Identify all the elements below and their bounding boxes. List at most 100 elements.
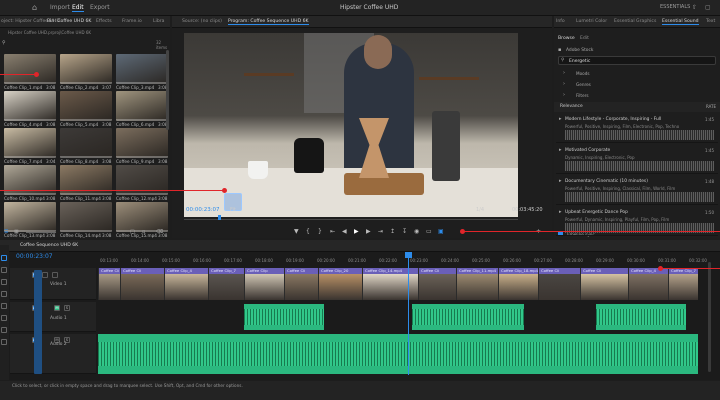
- clip-thumbnail[interactable]: [60, 91, 112, 121]
- zoom-slider[interactable]: [26, 232, 56, 233]
- solo-button[interactable]: S: [64, 305, 70, 311]
- fullscreen-icon[interactable]: ▢: [705, 4, 711, 11]
- ripple-tool-icon[interactable]: [1, 279, 7, 285]
- program-timecode[interactable]: 00:00:23:07: [186, 207, 220, 213]
- camera-icon[interactable]: ◉: [414, 228, 419, 235]
- clip-thumbnail[interactable]: [4, 54, 56, 84]
- tab-lumetri[interactable]: Lumetri Color: [576, 19, 607, 24]
- go-to-in-icon[interactable]: ⇤: [330, 228, 335, 235]
- chevron-right-icon[interactable]: ›: [563, 81, 565, 87]
- sort-rate[interactable]: RATE: [706, 104, 716, 109]
- clip-thumbnail[interactable]: [116, 54, 168, 84]
- lift-icon[interactable]: ↥: [390, 228, 395, 235]
- selection-tool-icon[interactable]: [1, 255, 7, 261]
- track-waveform[interactable]: [565, 130, 714, 140]
- extract-icon[interactable]: ↧: [402, 228, 407, 235]
- music-track-item[interactable]: ▸ Motivated Corporate Dynamic, Inspiring, …: [556, 144, 718, 174]
- mark-in-icon[interactable]: {: [306, 228, 310, 235]
- menu-import[interactable]: Import: [50, 4, 70, 11]
- mark-out-icon[interactable]: }: [318, 228, 322, 235]
- filter-filters[interactable]: Filters: [576, 93, 589, 98]
- video-clip[interactable]: Coffee Cli: [284, 268, 318, 300]
- video-clip[interactable]: Coffee Clip_7: [668, 268, 698, 300]
- clip-thumbnail[interactable]: [116, 91, 168, 121]
- chevron-right-icon[interactable]: ▸: [559, 147, 562, 153]
- playhead-scrubber[interactable]: [184, 216, 518, 220]
- video-clip[interactable]: Coffee Clip_4: [164, 268, 208, 300]
- video-clip[interactable]: Coffee Clip_14.mp4: [362, 268, 418, 300]
- play-icon[interactable]: ▶: [354, 228, 359, 235]
- tab-info[interactable]: Info: [556, 19, 565, 24]
- timeline-playhead-handle[interactable]: [405, 252, 412, 258]
- slip-tool-icon[interactable]: [1, 303, 7, 309]
- clip-thumbnail[interactable]: [4, 91, 56, 121]
- audio-clip[interactable]: [244, 304, 324, 330]
- menu-edit[interactable]: Edit: [72, 4, 84, 12]
- clip-thumbnail[interactable]: [116, 128, 168, 158]
- video-clip[interactable]: Coffee Clip_18.mp4: [498, 268, 538, 300]
- video-clip[interactable]: Coffee Clip_4: [628, 268, 668, 300]
- track-waveform[interactable]: [565, 192, 714, 202]
- track-select-tool-icon[interactable]: [1, 267, 7, 273]
- new-bin-icon[interactable]: □: [130, 229, 135, 235]
- workspace-label[interactable]: ESSENTIALS: [660, 4, 690, 10]
- chevron-right-icon[interactable]: ▸: [559, 209, 562, 215]
- marker-icon[interactable]: ▼: [294, 228, 299, 235]
- resolution-dropdown[interactable]: 1/4: [476, 207, 484, 213]
- step-back-icon[interactable]: ◀: [342, 228, 347, 235]
- timeline-scrollbar[interactable]: [708, 262, 711, 372]
- video-clip[interactable]: Coffee Clip: [244, 268, 284, 300]
- tab-essential-sound[interactable]: Essential Sound: [662, 19, 699, 25]
- search-field[interactable]: ⚲ Energetic: [558, 56, 716, 65]
- chevron-right-icon[interactable]: ›: [563, 92, 565, 98]
- menu-export[interactable]: Export: [90, 4, 110, 11]
- tab-essential-graphics[interactable]: Essential Graphics: [614, 19, 656, 24]
- tab-frameio[interactable]: Frame.io: [122, 19, 142, 24]
- go-to-out-icon[interactable]: ⇥: [378, 228, 383, 235]
- mute-button[interactable]: M: [54, 305, 60, 311]
- clip-thumbnail[interactable]: [60, 54, 112, 84]
- video-clip[interactable]: Coffee Clip_11.mp4: [456, 268, 498, 300]
- video-clip[interactable]: Coffee Clip_20: [318, 268, 362, 300]
- music-track-item[interactable]: ▸ Documentary Cinematic (10 minutes) Power…: [556, 175, 718, 205]
- tab-text[interactable]: Text: [706, 19, 715, 24]
- search-icon[interactable]: ⚲: [2, 40, 6, 46]
- trash-icon[interactable]: ⌫: [156, 229, 163, 235]
- music-clip[interactable]: [98, 334, 698, 374]
- icon-view-icon[interactable]: ▦: [14, 229, 19, 235]
- video-clip[interactable]: Coffee Cli: [120, 268, 164, 300]
- playhead-marker[interactable]: [218, 215, 221, 220]
- tab-source[interactable]: Source: (no clips): [182, 19, 222, 24]
- timeline-timecode[interactable]: 00:00:23:07: [16, 253, 53, 260]
- new-item-icon[interactable]: ▫: [142, 229, 145, 235]
- video-clip[interactable]: Coffee Cli: [98, 268, 120, 300]
- tab-bin[interactable]: Bin: Coffee UHD 6K: [47, 19, 91, 24]
- video-clip[interactable]: Coffee Cli: [580, 268, 628, 300]
- tab-libraries[interactable]: Libra: [153, 19, 164, 24]
- timeline-playhead[interactable]: [408, 255, 409, 375]
- video-clip[interactable]: Coffee Cli: [418, 268, 456, 300]
- tab-sequence[interactable]: Coffee Sequence UHD 6K: [20, 243, 78, 248]
- tab-program[interactable]: Program: Coffee Sequence UHD 6K: [228, 19, 309, 25]
- video-clip[interactable]: Coffee Clip_7: [208, 268, 244, 300]
- clip-thumbnail[interactable]: [60, 128, 112, 158]
- clip-thumbnail[interactable]: [4, 128, 56, 158]
- audio-clip[interactable]: [596, 304, 686, 330]
- type-tool-icon[interactable]: [1, 339, 7, 345]
- filter-genres[interactable]: Genres: [576, 82, 591, 87]
- chevron-right-icon[interactable]: ▸: [559, 116, 562, 122]
- chevron-right-icon[interactable]: ▸: [559, 178, 562, 184]
- hand-tool-icon[interactable]: [1, 327, 7, 333]
- tab-effects[interactable]: Effects: [96, 19, 112, 24]
- comparison-icon[interactable]: ▭: [426, 228, 432, 235]
- chevron-right-icon[interactable]: ›: [563, 70, 565, 76]
- sync-lock-icon[interactable]: ▣: [438, 228, 444, 235]
- edit-tab[interactable]: Edit: [580, 36, 589, 41]
- track-waveform[interactable]: [565, 161, 714, 171]
- source-patch-bar[interactable]: [34, 270, 42, 374]
- filter-moods[interactable]: Moods: [576, 71, 590, 76]
- bin-scrollbar[interactable]: [166, 50, 169, 130]
- share-icon[interactable]: ⇧: [692, 4, 697, 11]
- pen-tool-icon[interactable]: [1, 315, 7, 321]
- fit-dropdown[interactable]: Fit: [230, 207, 236, 213]
